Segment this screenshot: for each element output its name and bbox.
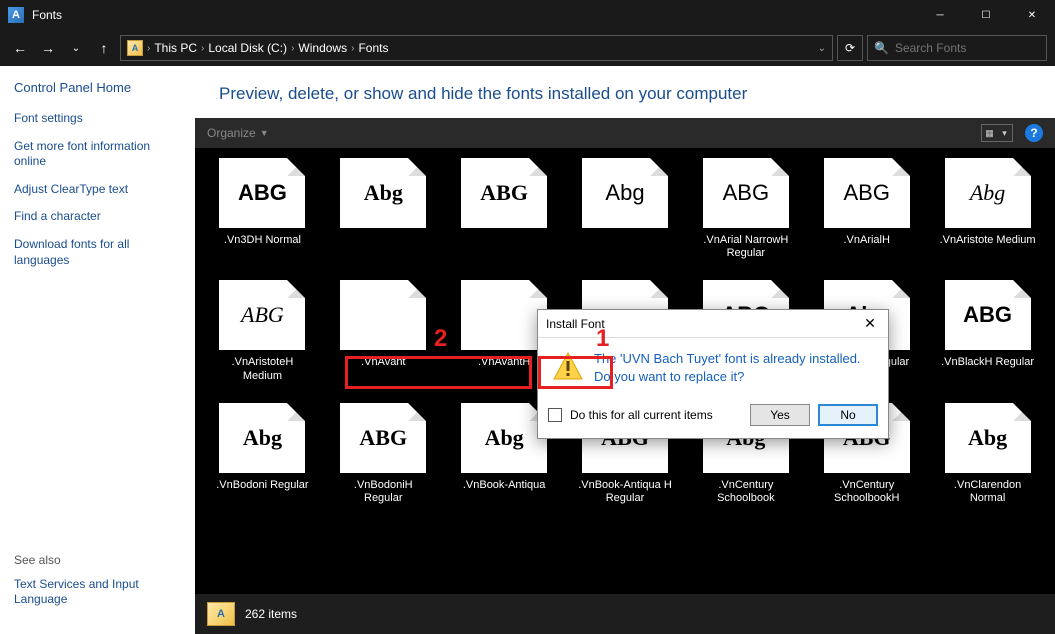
font-thumbnail: ABG (824, 158, 910, 228)
close-button[interactable]: ✕ (1009, 0, 1055, 30)
sidebar-home-link[interactable]: Control Panel Home (14, 80, 181, 95)
font-item[interactable]: ABG .VnAristoteH Medium (207, 280, 318, 382)
font-thumbnail: Abg (461, 403, 547, 473)
sidebar: Control Panel Home Font settings Get mor… (0, 66, 195, 634)
no-button[interactable]: No (818, 404, 878, 426)
font-label: .VnAvantH (478, 356, 530, 369)
font-label: .VnCentury Schoolbook (696, 479, 796, 505)
sidebar-link[interactable]: Download fonts for all languages (14, 237, 181, 268)
statusbar: A 262 items (195, 594, 1055, 634)
font-item[interactable]: ABG .VnBlackH Regular (932, 280, 1043, 382)
maximize-button[interactable]: ☐ (963, 0, 1009, 30)
font-item[interactable]: ABG .VnBodoniH Regular (328, 403, 439, 505)
sidebar-link[interactable]: Font settings (14, 111, 181, 127)
font-label: .Vn3DH Normal (224, 234, 301, 247)
breadcrumb-item[interactable]: This PC (154, 41, 197, 55)
navbar: ← → ⌄ ↑ A › This PC › Local Disk (C:) › … (0, 30, 1055, 66)
font-thumbnail: Abg (340, 158, 426, 228)
annotation-label-2: 2 (434, 325, 447, 353)
chevron-right-icon: › (351, 43, 354, 54)
font-thumbnail: ABG (340, 403, 426, 473)
install-font-dialog: Install Font ✕ The 'UVN Bach Tuyet' font… (537, 309, 889, 439)
toolbar: Organize ▼ ▦▾ ? (195, 118, 1055, 148)
font-item[interactable]: ABG .VnArialH (811, 158, 922, 260)
search-icon: 🔍 (874, 41, 889, 55)
font-item[interactable]: ABG .VnArial NarrowH Regular (690, 158, 801, 260)
chevron-down-icon[interactable]: ⌄ (818, 43, 826, 54)
yes-button[interactable]: Yes (750, 404, 810, 426)
sidebar-seealso-head: See also (14, 553, 181, 567)
font-label: .VnBodoniH Regular (333, 479, 433, 505)
font-thumbnail: Abg (219, 403, 305, 473)
breadcrumb-item[interactable]: Fonts (358, 41, 388, 55)
chevron-right-icon: › (147, 43, 150, 54)
dialog-checkbox-label[interactable]: Do this for all current items (570, 408, 713, 422)
font-item[interactable]: ABG .Vn3DH Normal (207, 158, 318, 260)
font-item[interactable]: Abg (570, 158, 681, 260)
titlebar: A Fonts ─ ☐ ✕ (0, 0, 1055, 30)
font-item[interactable]: Abg .VnBodoni Regular (207, 403, 318, 505)
dialog-message: The 'UVN Bach Tuyet' font is already ins… (594, 350, 874, 386)
up-button[interactable]: ↑ (92, 36, 116, 60)
font-thumbnail (461, 280, 547, 350)
font-thumbnail: ABG (945, 280, 1031, 350)
page-title: Preview, delete, or show and hide the fo… (195, 66, 1055, 118)
font-item[interactable]: Abg (328, 158, 439, 260)
font-thumbnail: Abg (582, 158, 668, 228)
font-label: .VnAristote Medium (940, 234, 1036, 247)
sidebar-seealso-link[interactable]: Text Services and Input Language (14, 577, 181, 608)
font-label: .VnCentury SchoolbookH (817, 479, 917, 505)
font-label: .VnArialH (843, 234, 889, 247)
search-input[interactable] (895, 41, 1040, 55)
folder-icon: A (207, 602, 235, 626)
chevron-down-icon: ▼ (260, 128, 269, 138)
chevron-right-icon: › (201, 43, 204, 54)
annotation-label-1: 1 (596, 325, 609, 353)
font-item[interactable]: ABG (449, 158, 560, 260)
font-label: .VnAvant (361, 356, 405, 369)
dialog-close-button[interactable]: ✕ (860, 314, 880, 334)
font-item[interactable]: Abg .VnClarendon Normal (932, 403, 1043, 505)
font-label: .VnBodoni Regular (216, 479, 308, 492)
font-label: .VnBook-Antiqua (463, 479, 546, 492)
font-thumbnail: Abg (945, 158, 1031, 228)
dialog-checkbox[interactable] (548, 408, 562, 422)
status-count: 262 items (245, 607, 297, 621)
font-item[interactable]: Abg .VnAristote Medium (932, 158, 1043, 260)
font-item[interactable]: .VnAvant (328, 280, 439, 382)
sidebar-link[interactable]: Get more font information online (14, 139, 181, 170)
breadcrumb-item[interactable]: Local Disk (C:) (208, 41, 287, 55)
folder-icon: A (127, 40, 143, 56)
minimize-button[interactable]: ─ (917, 0, 963, 30)
font-thumbnail (340, 280, 426, 350)
font-thumbnail: Abg (945, 403, 1031, 473)
refresh-button[interactable]: ⟳ (837, 35, 863, 61)
recent-button[interactable]: ⌄ (64, 36, 88, 60)
back-button[interactable]: ← (8, 36, 32, 60)
breadcrumb-item[interactable]: Windows (298, 41, 347, 55)
view-toggle[interactable]: ▦▾ (981, 124, 1013, 142)
search-box[interactable]: 🔍 (867, 35, 1047, 61)
font-label: .VnAristoteH Medium (212, 356, 312, 382)
window-title: Fonts (32, 8, 62, 22)
app-icon: A (8, 7, 24, 23)
breadcrumb[interactable]: A › This PC › Local Disk (C:) › Windows … (120, 35, 833, 61)
forward-button[interactable]: → (36, 36, 60, 60)
font-label: .VnBook-Antiqua H Regular (575, 479, 675, 505)
font-thumbnail: ABG (219, 158, 305, 228)
font-thumbnail: ABG (703, 158, 789, 228)
main-panel: Preview, delete, or show and hide the fo… (195, 66, 1055, 634)
sidebar-link[interactable]: Adjust ClearType text (14, 182, 181, 198)
font-label: .VnClarendon Normal (938, 479, 1038, 505)
font-thumbnail: ABG (219, 280, 305, 350)
font-thumbnail: ABG (461, 158, 547, 228)
font-label: .VnArial NarrowH Regular (696, 234, 796, 260)
sidebar-link[interactable]: Find a character (14, 209, 181, 225)
help-icon[interactable]: ? (1025, 124, 1043, 142)
chevron-right-icon: › (291, 43, 294, 54)
organize-menu[interactable]: Organize (207, 126, 256, 140)
warning-icon (552, 350, 584, 382)
font-label: .VnBlackH Regular (941, 356, 1034, 369)
